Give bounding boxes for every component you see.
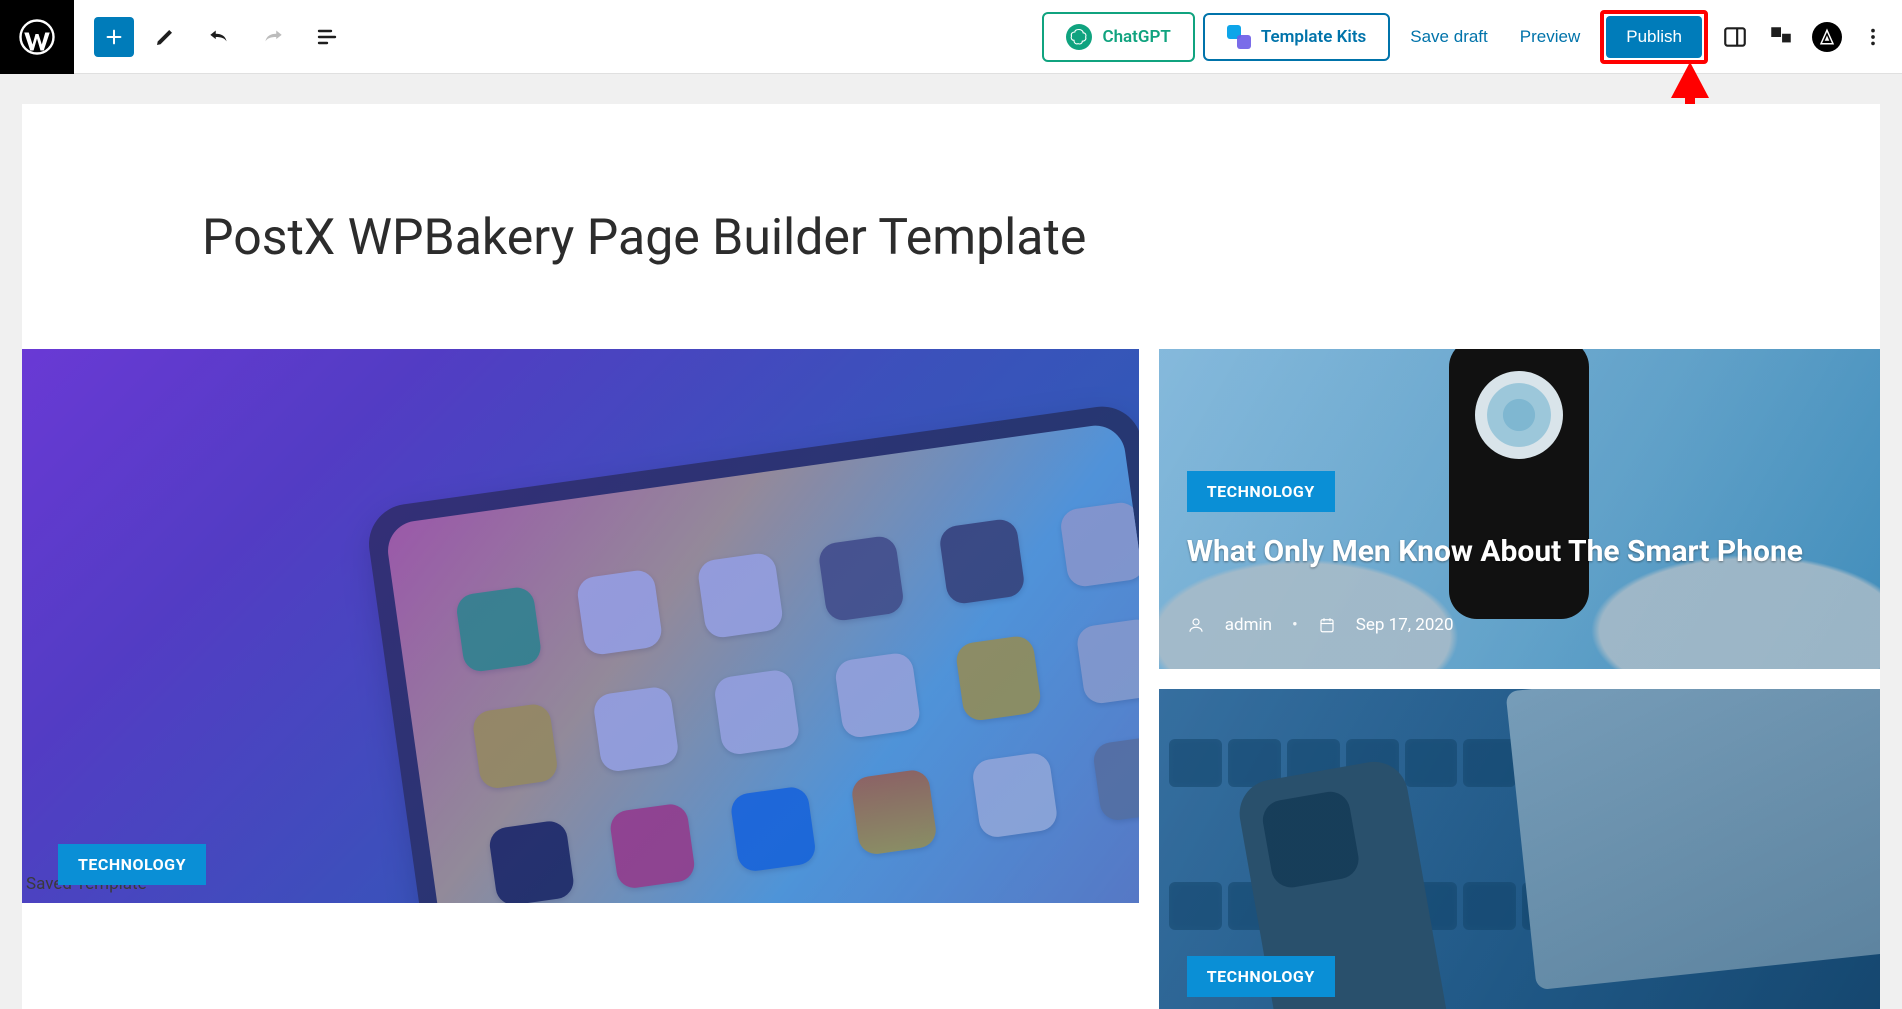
- sidebar-icon: [1722, 24, 1748, 50]
- chatgpt-label: ChatGPT: [1102, 27, 1170, 47]
- edit-tools-button[interactable]: [142, 14, 188, 60]
- posts-grid: TECHNOLOGY TECHNOLOGY What Only Men Know…: [22, 267, 1880, 1009]
- chatgpt-icon: [1066, 24, 1092, 50]
- publish-highlight-annotation: Publish: [1600, 10, 1708, 64]
- post-large-overlay: TECHNOLOGY: [58, 844, 206, 885]
- category-badge[interactable]: TECHNOLOGY: [1187, 956, 1335, 997]
- undo-button[interactable]: [196, 14, 242, 60]
- wordpress-icon: [19, 19, 55, 55]
- post-title[interactable]: What Only Men Know About The Smart Phone: [1187, 534, 1803, 569]
- pencil-icon: [153, 25, 177, 49]
- kebab-icon: [1862, 26, 1884, 48]
- post-date: Sep 17, 2020: [1356, 615, 1454, 635]
- preview-button[interactable]: Preview: [1508, 19, 1592, 55]
- post-author[interactable]: admin: [1225, 615, 1272, 635]
- template-kits-label: Template Kits: [1261, 27, 1366, 47]
- add-block-button[interactable]: [94, 17, 134, 57]
- category-badge[interactable]: TECHNOLOGY: [1187, 471, 1335, 512]
- toolbar-left: [74, 14, 350, 60]
- meta-separator: •: [1292, 615, 1298, 635]
- page-title[interactable]: PostX WPBakery Page Builder Template: [22, 104, 1880, 267]
- astra-button[interactable]: [1808, 18, 1846, 56]
- user-icon: [1187, 616, 1205, 634]
- post-small-1[interactable]: TECHNOLOGY What Only Men Know About The …: [1159, 349, 1880, 669]
- astra-icon: [1812, 22, 1842, 52]
- publish-button[interactable]: Publish: [1606, 16, 1702, 58]
- redo-button[interactable]: [250, 14, 296, 60]
- redo-icon: [260, 24, 286, 50]
- editor-canvas-wrapper: PostX WPBakery Page Builder Template: [0, 74, 1902, 1009]
- post-small-2-overlay: TECHNOLOGY: [1187, 956, 1335, 997]
- editor-toolbar: ChatGPT Template Kits Save draft Preview…: [0, 0, 1902, 74]
- blocks-icon: [1768, 24, 1794, 50]
- toolbar-right: ChatGPT Template Kits Save draft Preview…: [1042, 10, 1902, 64]
- calendar-icon: [1318, 616, 1336, 634]
- posts-right-column: TECHNOLOGY What Only Men Know About The …: [1159, 349, 1880, 1009]
- category-badge[interactable]: TECHNOLOGY: [58, 844, 206, 885]
- post-small-1-overlay: TECHNOLOGY What Only Men Know About The …: [1187, 471, 1803, 569]
- post-large[interactable]: TECHNOLOGY: [22, 349, 1139, 903]
- plugin-panel-button[interactable]: [1762, 18, 1800, 56]
- post-small-2[interactable]: TECHNOLOGY: [1159, 689, 1880, 1009]
- list-view-icon: [315, 25, 339, 49]
- save-draft-button[interactable]: Save draft: [1398, 19, 1500, 55]
- page-canvas[interactable]: PostX WPBakery Page Builder Template: [22, 104, 1880, 1009]
- plus-icon: [103, 26, 125, 48]
- settings-sidebar-toggle[interactable]: [1716, 18, 1754, 56]
- wordpress-logo[interactable]: [0, 0, 74, 74]
- chatgpt-button[interactable]: ChatGPT: [1042, 12, 1194, 62]
- camera-ring-image: [1475, 371, 1563, 459]
- ipad-device-image: [364, 401, 1139, 903]
- macbook-image: [1505, 689, 1880, 990]
- document-overview-button[interactable]: [304, 14, 350, 60]
- undo-icon: [206, 24, 232, 50]
- template-kits-button[interactable]: Template Kits: [1203, 13, 1390, 61]
- post-meta: admin • Sep 17, 2020: [1187, 615, 1454, 635]
- more-options-button[interactable]: [1854, 18, 1892, 56]
- template-kits-icon: [1227, 25, 1251, 49]
